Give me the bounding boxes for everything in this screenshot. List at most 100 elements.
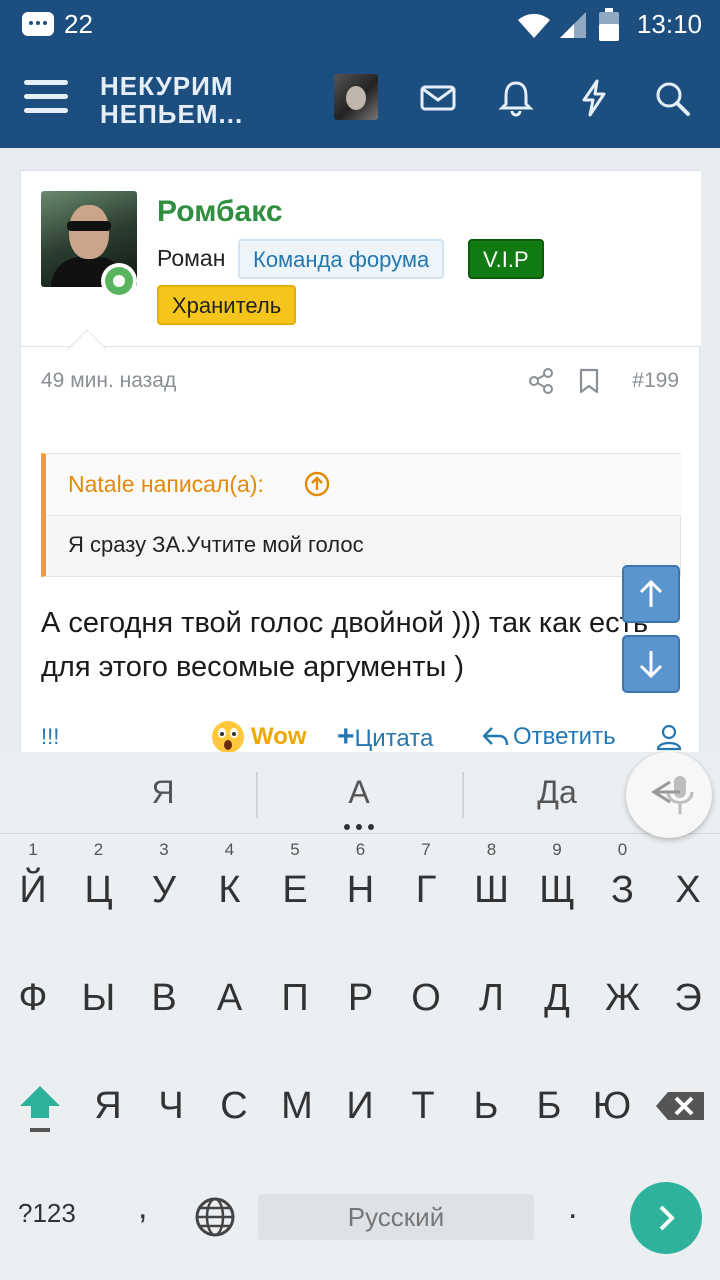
key-label: С [220,1085,248,1127]
backspace-key[interactable] [652,1066,708,1146]
key[interactable]: П [265,958,325,1038]
key[interactable]: Х [658,850,718,930]
key[interactable]: И [330,1066,390,1146]
suggestion-3[interactable]: Да [494,774,620,811]
key-label: О [411,977,441,1019]
inbox-icon[interactable] [418,78,458,118]
quote-block: Natale написал(а): Я сразу ЗА.Учтите мой… [41,453,681,577]
report-link[interactable]: !!! [41,717,59,757]
arrow-down-icon [639,651,663,679]
chevron-right-icon [659,1205,675,1231]
key-label: Х [675,869,701,911]
shift-icon [20,1086,60,1132]
arrow-up-circle-icon[interactable] [304,471,330,497]
quote-button-label: Цитата [354,725,434,752]
key[interactable]: О [396,958,456,1038]
key-label: Л [479,977,504,1019]
key[interactable]: 2Ц [69,840,129,930]
key[interactable]: Р [331,958,391,1038]
key[interactable]: Ж [593,958,653,1038]
scroll-up-button[interactable] [622,565,680,623]
key[interactable]: А [200,958,260,1038]
badge-vip: V.I.P [468,239,544,279]
key[interactable]: 6Н [331,840,391,930]
symbols-key[interactable]: ?123 [18,1198,76,1229]
lightning-icon[interactable] [574,78,614,118]
key-label: Ь [473,1085,499,1127]
suggestion-2[interactable]: А [296,774,422,811]
key[interactable]: С [204,1066,264,1146]
status-bar: 22 13:10 [0,0,720,52]
key[interactable]: Д [527,958,587,1038]
quote-author[interactable]: Natale написал(а): [68,471,264,498]
online-status-icon [101,263,137,299]
account-avatar[interactable] [334,74,378,120]
key[interactable]: М [267,1066,327,1146]
key[interactable]: Ы [69,958,129,1038]
key-number-hint: 6 [355,840,366,859]
key-label: В [151,977,177,1019]
more-suggestions-icon[interactable] [344,824,374,830]
go-key[interactable] [630,1182,702,1254]
key[interactable]: Б [519,1066,579,1146]
battery-icon [599,8,619,41]
period-key[interactable]: . [568,1188,577,1227]
key-label: Б [536,1085,562,1127]
key[interactable]: Я [78,1066,138,1146]
key[interactable]: В [134,958,194,1038]
key[interactable]: Ю [582,1066,642,1146]
shift-key[interactable] [14,1066,66,1146]
key-label: Р [347,977,374,1019]
bell-icon[interactable] [496,78,536,118]
key-label: М [281,1085,313,1127]
arrow-up-icon [639,579,663,607]
bookmark-icon[interactable] [575,367,603,395]
scroll-down-button[interactable] [622,635,680,693]
key[interactable]: 9Щ [527,840,587,930]
key-label: П [281,977,309,1019]
site-logo[interactable]: НЕКУРИМ НЕПЬЕМ... [100,72,243,128]
key-label: И [346,1085,374,1127]
key[interactable]: Ч [141,1066,201,1146]
search-icon[interactable] [652,78,692,118]
key[interactable]: 4К [200,840,260,930]
forum-post: Ромбакс Роман Команда форума V.I.P Храни… [20,170,701,770]
post-message: А сегодня твой голос двойной ))) так как… [41,607,649,683]
key-label: К [218,869,241,911]
comma-key[interactable]: , [138,1188,147,1227]
key[interactable]: Э [658,958,718,1038]
key-label: Ш [474,869,509,911]
quote-text: Я сразу ЗА.Учтите мой голос [68,532,364,557]
key[interactable]: Ф [3,958,63,1038]
post-number[interactable]: #199 [632,369,679,393]
onscreen-keyboard: Я А Да 1Й2Ц3У4К5Е6Н7Г8Ш9Щ0ЗХ ФЫВАПРОЛДЖЭ… [0,752,720,1280]
key[interactable]: Т [393,1066,453,1146]
key[interactable]: 1Й [3,840,63,930]
key[interactable]: 5Е [265,840,325,930]
user-icon[interactable] [655,723,683,751]
badge-keeper: Хранитель [157,285,297,325]
author-username[interactable]: Ромбакс [157,195,283,229]
space-key[interactable]: Русский [258,1194,534,1240]
logo-line-2: НЕПЬЕМ... [100,99,244,129]
key[interactable]: 8Ш [462,840,522,930]
quote-header: Natale написал(а): [46,454,681,516]
key-number-hint: 3 [159,840,169,859]
share-icon[interactable] [527,367,555,395]
key-number-hint: 7 [421,840,431,859]
key[interactable]: 0З [593,840,653,930]
menu-icon[interactable] [24,78,68,114]
quote-button[interactable]: +Цитата [337,717,433,757]
globe-icon[interactable] [194,1196,236,1238]
mic-icon [651,776,694,814]
key[interactable]: 7Г [396,840,456,930]
key[interactable]: 3У [134,840,194,930]
key[interactable]: Ь [456,1066,516,1146]
post-time[interactable]: 49 мин. назад [41,369,176,393]
post-actions: !!! Wow +Цитата Ответить [21,717,701,757]
voice-input-button[interactable] [626,752,712,838]
suggestion-1[interactable]: Я [100,774,226,811]
reaction-label: Wow [251,723,307,750]
key[interactable]: Л [462,958,522,1038]
key-number-hint: 2 [93,840,104,859]
